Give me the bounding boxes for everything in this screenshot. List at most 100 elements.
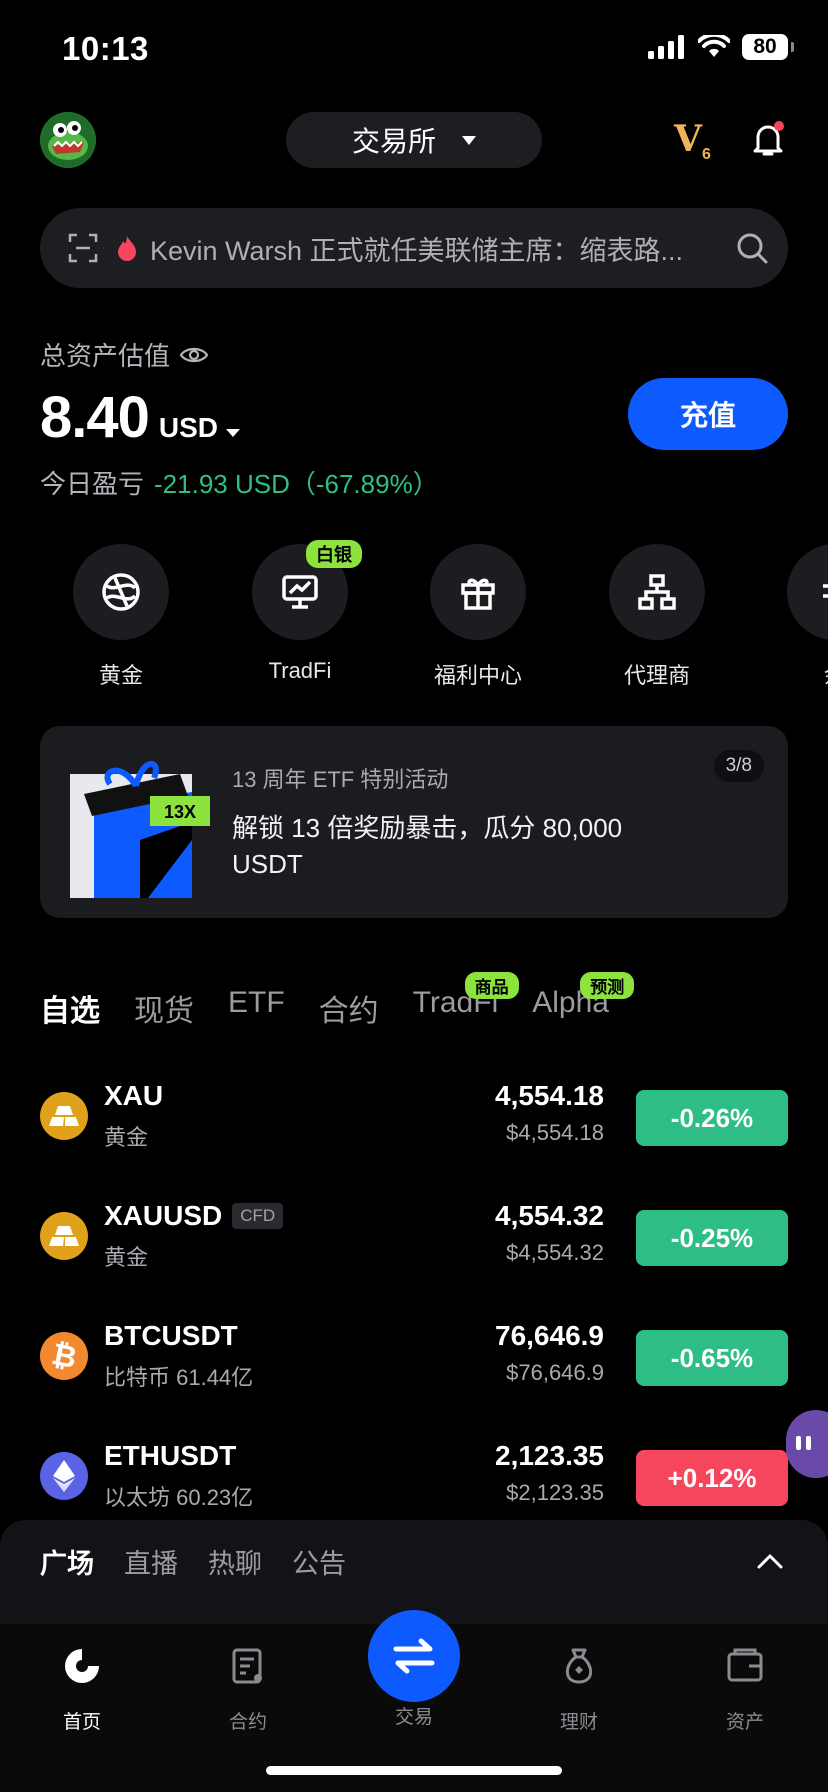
asset-amount: 8.40 xyxy=(40,385,150,450)
change-badge[interactable]: +0.12% xyxy=(636,1450,788,1506)
exchange-switcher[interactable]: 交易所 xyxy=(286,112,542,168)
tab-announcements[interactable]: 公告 xyxy=(292,1542,346,1581)
last-price: 4,554.32 xyxy=(495,1200,604,1231)
search-headline: Kevin Warsh 正式就任美联储主席：缩表路... xyxy=(150,235,684,266)
wifi-icon xyxy=(698,35,730,57)
gift-icon xyxy=(461,578,495,610)
prediction-badge: 预测 xyxy=(580,972,635,999)
tradfi-chart-icon xyxy=(282,575,318,609)
quick-item-gold[interactable]: 黄金 xyxy=(51,544,191,690)
nav-home[interactable]: 首页 xyxy=(32,1646,132,1734)
tab-watchlist[interactable]: 自选 xyxy=(40,986,100,1036)
eye-icon[interactable] xyxy=(180,345,209,365)
signal-icon xyxy=(648,35,684,59)
quick-item-agent[interactable]: 代理商 xyxy=(587,544,727,690)
total-assets-value[interactable]: 8.40 USD xyxy=(40,384,241,451)
last-price: 76,646.9 xyxy=(495,1320,604,1351)
change-badge[interactable]: -0.26% xyxy=(636,1090,788,1146)
home-indicator xyxy=(266,1766,562,1775)
wealth-icon xyxy=(823,584,828,598)
tab-alpha[interactable]: Alpha 预测 xyxy=(532,972,635,1036)
nav-assets[interactable]: 资产 xyxy=(695,1646,795,1734)
tab-etf[interactable]: ETF xyxy=(228,986,285,1036)
silver-badge: 白银 xyxy=(306,540,362,568)
tab-tradfi[interactable]: TradFi 商品 xyxy=(413,972,519,1036)
market-row-xau[interactable]: XAU 黄金 4,554.18 $4,554.18 -0.26% xyxy=(40,1080,788,1152)
org-chart-icon xyxy=(638,574,676,610)
search-bar[interactable]: Kevin Warsh 正式就任美联储主席：缩表路... xyxy=(40,208,788,288)
symbol: XAUUSD xyxy=(104,1200,223,1231)
battery-icon: 80 xyxy=(742,34,794,60)
price-usd: $76,646.9 xyxy=(506,1360,604,1385)
nav-earn[interactable]: 理财 xyxy=(529,1646,629,1734)
banner-title: 解锁 13 倍奖励暴击，瓜分 80,000 USDT xyxy=(232,813,623,879)
bottom-nav: 首页 合约 交易 理财 资产 xyxy=(0,1610,828,1792)
promo-banner[interactable]: 13X 13 周年 ETF 特别活动 解锁 13 倍奖励暴击，瓜分 80,000… xyxy=(40,726,788,918)
market-row-xauusd[interactable]: XAUUSD CFD 黄金 4,554.32 $4,554.32 -0.25% xyxy=(40,1200,788,1272)
money-bag-icon xyxy=(565,1648,593,1684)
change-badge[interactable]: -0.25% xyxy=(636,1210,788,1266)
total-assets-label: 总资产估值 xyxy=(40,336,209,373)
asset-currency: USD xyxy=(158,412,219,443)
banner-subtitle: 13 周年 ETF 特别活动 xyxy=(232,767,449,792)
status-bar: 10:13 80 xyxy=(0,0,828,100)
symbol: ETHUSDT xyxy=(104,1440,237,1471)
futures-document-icon xyxy=(232,1648,262,1684)
tab-hot-chat[interactable]: 热聊 xyxy=(208,1542,262,1581)
symbol: XAU xyxy=(104,1080,164,1111)
asset-name: 比特币 61.44亿 xyxy=(104,1365,254,1390)
chevron-down-icon xyxy=(462,135,476,145)
home-icon xyxy=(65,1649,99,1683)
price-usd: $4,554.32 xyxy=(506,1240,604,1265)
cfd-tag: CFD xyxy=(232,1203,284,1229)
exchange-label: 交易所 xyxy=(351,126,436,157)
floating-assistant-button[interactable] xyxy=(786,1410,828,1478)
deposit-button[interactable]: 充值 xyxy=(628,378,788,450)
price-usd: $2,123.35 xyxy=(506,1480,604,1505)
quick-item-wealth[interactable]: 余 xyxy=(765,544,828,690)
commodity-badge: 商品 xyxy=(464,972,519,999)
quick-item-rewards[interactable]: 福利中心 xyxy=(408,544,548,690)
hot-fire-icon xyxy=(118,236,136,261)
today-pnl[interactable]: 今日盈亏 -21.93 USD（-67.89%） xyxy=(40,464,439,501)
banner-art-badge: 13X xyxy=(164,802,196,822)
search-icon[interactable] xyxy=(736,232,768,264)
vip-badge[interactable]: V6 xyxy=(674,118,711,164)
symbol: BTCUSDT xyxy=(104,1320,238,1351)
gold-globe-icon xyxy=(102,573,140,611)
price-usd: $4,554.18 xyxy=(506,1120,604,1145)
tab-futures[interactable]: 合约 xyxy=(319,986,379,1036)
community-tabs: 广场 直播 热聊 公告 xyxy=(40,1542,346,1581)
last-price: 2,123.35 xyxy=(495,1440,604,1471)
banner-page-indicator: 3/8 xyxy=(713,750,764,782)
gold-bar-icon xyxy=(40,1092,88,1140)
tab-live[interactable]: 直播 xyxy=(124,1542,178,1581)
market-row-ethusdt[interactable]: ETHUSDT 以太坊 60.23亿 2,123.35 $2,123.35 +0… xyxy=(40,1440,788,1512)
market-row-btcusdt[interactable]: ₿ BTCUSDT 比特币 61.44亿 76,646.9 $76,646.9 … xyxy=(40,1320,788,1392)
trade-button[interactable] xyxy=(368,1610,460,1702)
quick-menu: 黄金 TradFi 白银 福利中心 代理商 xyxy=(0,540,828,688)
scan-icon[interactable] xyxy=(68,233,98,263)
community-panel: 广场 直播 热聊 公告 xyxy=(0,1520,828,1624)
etf-gift-box-icon: 13X xyxy=(70,760,210,898)
nav-trade[interactable]: 交易 xyxy=(364,1610,464,1729)
tab-spot[interactable]: 现货 xyxy=(134,986,194,1036)
ethereum-icon xyxy=(40,1452,88,1500)
asset-name: 以太坊 60.23亿 xyxy=(104,1485,254,1510)
market-tabs: 自选 现货 ETF 合约 TradFi 商品 Alpha 预测 xyxy=(40,972,635,1036)
quick-item-tradfi[interactable]: TradFi 白银 xyxy=(230,540,370,684)
swap-arrows-icon xyxy=(393,1638,435,1674)
status-time: 10:13 xyxy=(62,30,149,67)
currency-dropdown-icon xyxy=(226,429,241,437)
wallet-icon xyxy=(727,1648,763,1682)
change-badge[interactable]: -0.65% xyxy=(636,1330,788,1386)
tab-square[interactable]: 广场 xyxy=(40,1542,94,1581)
gold-bar-icon xyxy=(40,1212,88,1260)
notification-bell-icon[interactable] xyxy=(750,120,786,160)
chevron-up-icon[interactable] xyxy=(756,1548,784,1576)
last-price: 4,554.18 xyxy=(495,1080,604,1111)
nav-futures[interactable]: 合约 xyxy=(198,1646,298,1734)
status-icons: 80 xyxy=(648,34,794,60)
asset-name: 黄金 xyxy=(104,1245,149,1270)
avatar[interactable] xyxy=(40,112,96,168)
